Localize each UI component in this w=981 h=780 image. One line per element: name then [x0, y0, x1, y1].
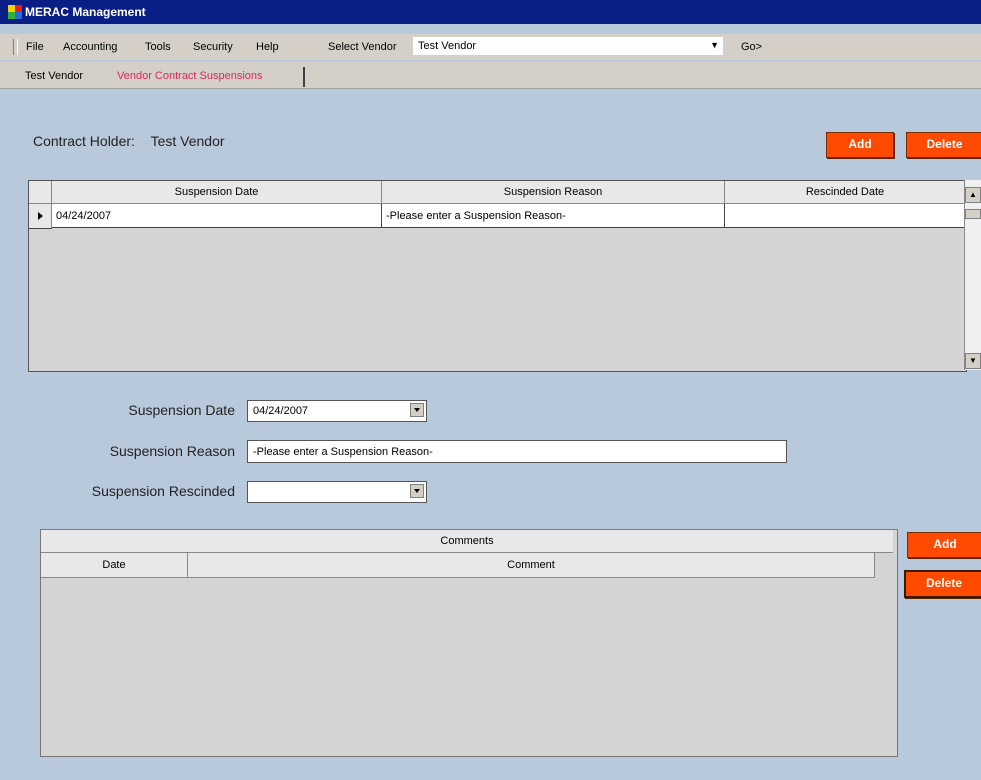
- suspension-rescinded-label: Suspension Rescinded: [91, 483, 235, 499]
- menu-tools[interactable]: Tools: [145, 41, 171, 53]
- add-suspension-button[interactable]: Add: [826, 132, 894, 158]
- suspension-rescinded-picker[interactable]: [247, 481, 427, 503]
- chevron-down-icon[interactable]: ▼: [710, 40, 719, 50]
- row-header-corner: [29, 181, 52, 204]
- toolbar-grip: [13, 39, 18, 55]
- column-header-suspension-reason[interactable]: Suspension Reason: [382, 181, 725, 204]
- scroll-thumb[interactable]: [965, 209, 981, 219]
- title-bar: MERAC Management: [0, 0, 981, 24]
- scroll-up-icon[interactable]: ▲: [965, 187, 981, 203]
- delete-comment-button[interactable]: Delete: [904, 570, 981, 598]
- suspension-date-label: Suspension Date: [128, 402, 235, 418]
- tab-vendor-contract-suspensions[interactable]: Vendor Contract Suspensions: [117, 70, 263, 82]
- menu-security[interactable]: Security: [193, 41, 233, 53]
- suspension-reason-label: Suspension Reason: [109, 443, 235, 459]
- contract-holder: Contract Holder: Test Vendor: [33, 133, 237, 149]
- tab-divider: [303, 67, 305, 87]
- menu-accounting[interactable]: Accounting: [63, 41, 117, 53]
- column-header-comment[interactable]: Comment: [188, 553, 875, 578]
- add-comment-button[interactable]: Add: [907, 532, 981, 558]
- comments-grid: Comments Date Comment: [40, 529, 898, 757]
- suspension-date-value: 04/24/2007: [253, 405, 309, 417]
- current-row-icon: [38, 212, 43, 220]
- go-button[interactable]: Go>: [741, 41, 762, 53]
- comments-caption: Comments: [41, 530, 893, 553]
- cell-suspension-date[interactable]: 04/24/2007: [52, 204, 382, 228]
- column-header-rescinded-date[interactable]: Rescinded Date: [725, 181, 965, 204]
- suspensions-grid: Suspension Date Suspension Reason Rescin…: [28, 180, 967, 372]
- chevron-down-icon[interactable]: [410, 403, 424, 417]
- suspensions-scrollbar[interactable]: ▲ ▼: [964, 180, 981, 370]
- contract-holder-value: Test Vendor: [150, 133, 225, 149]
- delete-suspension-button[interactable]: Delete: [906, 132, 981, 158]
- cell-rescinded-date[interactable]: [725, 204, 966, 228]
- chevron-down-icon[interactable]: [410, 484, 424, 498]
- suspension-reason-value: -Please enter a Suspension Reason-: [253, 446, 433, 458]
- window-title: MERAC Management: [25, 5, 146, 19]
- contract-holder-label: Contract Holder:: [33, 133, 135, 149]
- vendor-select-value: Test Vendor: [418, 40, 477, 52]
- tab-test-vendor[interactable]: Test Vendor: [25, 70, 83, 82]
- app-icon: [8, 5, 22, 19]
- suspension-date-picker[interactable]: 04/24/2007: [247, 400, 427, 422]
- suspension-reason-input[interactable]: -Please enter a Suspension Reason-: [247, 440, 787, 463]
- scroll-down-icon[interactable]: ▼: [965, 353, 981, 369]
- row-selector[interactable]: [29, 204, 52, 229]
- menu-file[interactable]: File: [26, 41, 44, 53]
- select-vendor-label: Select Vendor: [328, 41, 397, 53]
- column-header-comment-date[interactable]: Date: [41, 553, 188, 578]
- menu-bar: File Accounting Tools Security Help Sele…: [0, 34, 981, 60]
- vendor-select[interactable]: Test Vendor ▼: [413, 37, 723, 55]
- column-header-suspension-date[interactable]: Suspension Date: [52, 181, 382, 204]
- tab-bar: Test Vendor Vendor Contract Suspensions: [0, 62, 981, 89]
- menu-help[interactable]: Help: [256, 41, 279, 53]
- cell-suspension-reason[interactable]: -Please enter a Suspension Reason-: [382, 204, 725, 228]
